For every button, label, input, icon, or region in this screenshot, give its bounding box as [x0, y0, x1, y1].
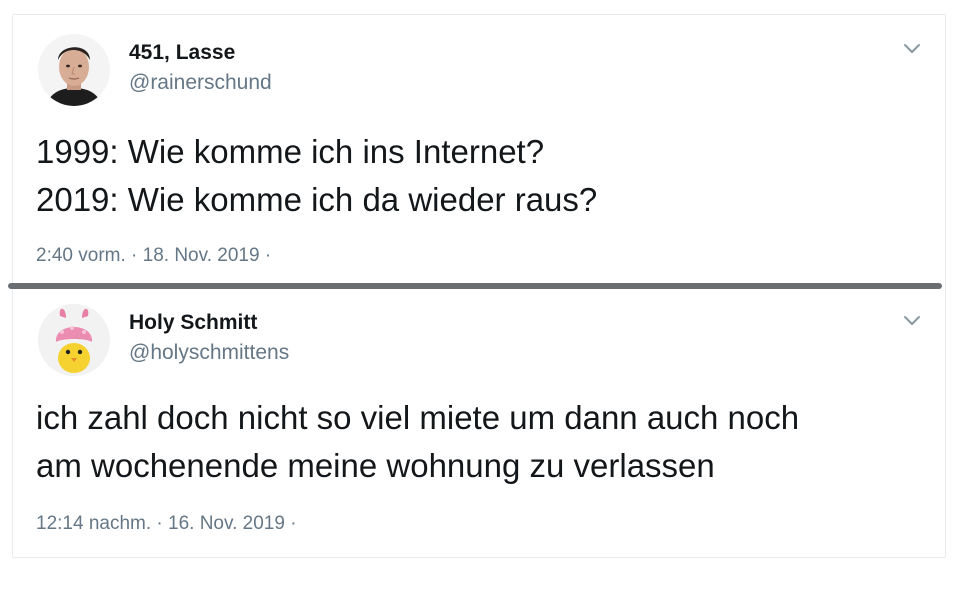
display-name[interactable]: 451, Lasse	[129, 41, 235, 65]
tweet[interactable]: Holy Schmitt @holyschmittens ich zahl do…	[12, 290, 946, 558]
chick-avatar-icon	[38, 304, 110, 376]
user-handle[interactable]: @rainerschund	[129, 71, 272, 95]
profile-photo-icon	[38, 34, 110, 106]
tweet-text-line: 1999: Wie komme ich ins Internet?	[36, 133, 545, 170]
display-name[interactable]: Holy Schmitt	[129, 311, 257, 335]
tweet-text: 1999: Wie komme ich ins Internet? 2019: …	[36, 128, 916, 224]
tweet-text: ich zahl doch nicht so viel miete um dan…	[36, 394, 916, 490]
chevron-down-icon[interactable]	[902, 42, 922, 56]
user-handle[interactable]: @holyschmittens	[129, 341, 289, 365]
tweet-text-line: ich zahl doch nicht so viel miete um dan…	[36, 399, 800, 436]
separator	[8, 283, 942, 289]
avatar[interactable]	[38, 34, 110, 106]
avatar[interactable]	[38, 304, 110, 376]
chevron-down-icon[interactable]	[902, 314, 922, 328]
timestamp[interactable]: 2:40 vorm. · 18. Nov. 2019 ·	[36, 245, 271, 267]
tweet-text-line: am wochenende meine wohnung zu verlassen	[36, 447, 715, 484]
tweet-text-line: 2019: Wie komme ich da wieder raus?	[36, 181, 598, 218]
tweet[interactable]: 451, Lasse @rainerschund 1999: Wie komme…	[12, 14, 946, 284]
timestamp[interactable]: 12:14 nachm. · 16. Nov. 2019 ·	[36, 513, 297, 535]
